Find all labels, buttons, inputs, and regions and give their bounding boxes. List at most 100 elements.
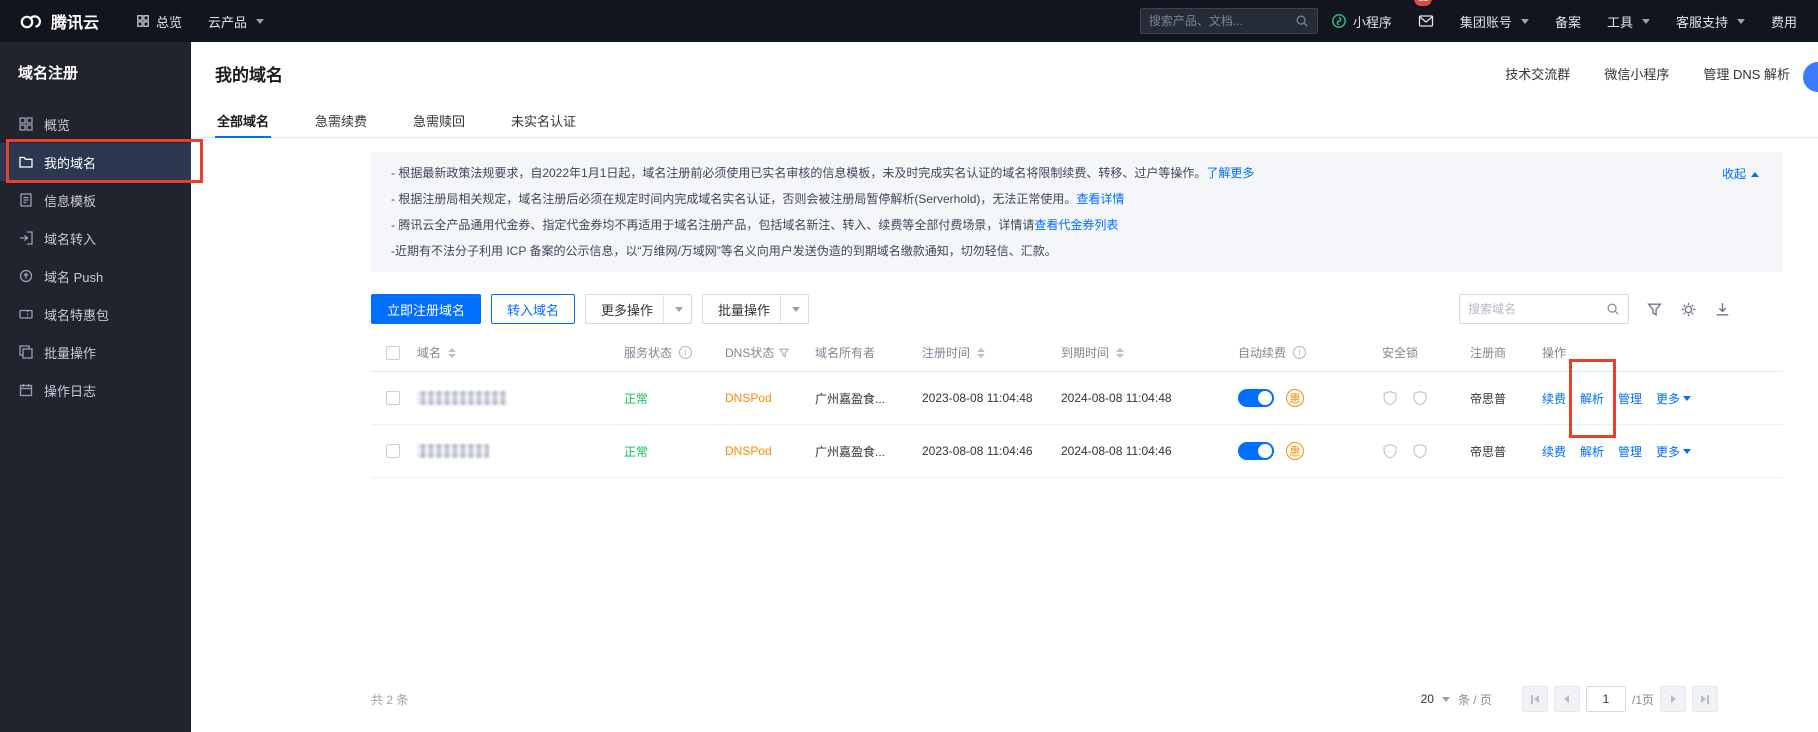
nav-overview-label: 总览 [156,12,182,31]
search-icon[interactable] [1606,302,1620,316]
col-domain[interactable]: 域名 [417,344,624,361]
domain-owner: 广州嘉盈食... [815,390,885,407]
security-lock-icon[interactable] [1412,390,1428,407]
action-renew[interactable]: 续费 [1542,390,1566,407]
download-icon[interactable] [1714,301,1731,318]
info-icon[interactable] [1293,346,1306,359]
nav-tools[interactable]: 工具 [1594,0,1663,42]
col-owner: 域名所有者 [815,344,922,361]
gear-icon[interactable] [1680,301,1697,318]
sidebar-item-label: 我的域名 [44,153,96,172]
notice-panel: - 根据最新政策法规要求，自2022年1月1日起，域名注册前必须使用已实名审核的… [371,152,1783,272]
action-more-dropdown[interactable]: 更多 [1656,390,1691,407]
info-icon[interactable] [679,346,692,359]
page-total-label: /1页 [1632,691,1654,708]
tab-need-redeem[interactable]: 急需赎回 [411,104,467,137]
search-icon[interactable] [1295,14,1309,28]
sidebar-item-push[interactable]: 域名 Push [0,257,191,295]
auto-renew-toggle[interactable] [1238,389,1274,407]
nav-cloud-products[interactable]: 云产品 [195,0,277,42]
miniprogram-icon [1331,13,1347,29]
register-domain-button[interactable]: 立即注册域名 [371,294,481,324]
action-manage[interactable]: 管理 [1618,443,1642,460]
total-count: 共 2 条 [371,691,408,708]
sidebar-item-info-template[interactable]: 信息模板 [0,181,191,219]
domain-search[interactable] [1459,294,1629,324]
sidebar-item-overview[interactable]: 概览 [0,105,191,143]
sidebar-item-batch[interactable]: 批量操作 [0,333,191,371]
collapse-notice-button[interactable]: 收起 [1722,161,1759,187]
notice-link-view-details[interactable]: 查看详情 [1076,192,1124,206]
tab-need-renew[interactable]: 急需续费 [313,104,369,137]
nav-overview[interactable]: 总览 [123,0,195,42]
per-page-label: 条 / 页 [1458,691,1492,708]
first-page-button[interactable] [1522,686,1548,712]
chevron-down-icon [1642,19,1650,24]
col-security-lock: 安全锁 [1382,344,1470,361]
sidebar-item-operation-log[interactable]: 操作日志 [0,371,191,409]
col-registered[interactable]: 注册时间 [922,344,1061,361]
nav-billing[interactable]: 费用 [1758,0,1810,42]
security-lock-icon[interactable] [1382,443,1398,460]
list-footer: 共 2 条 20 条 / 页 /1页 [371,686,1783,720]
page-size-select[interactable]: 20 [1421,692,1450,706]
tencent-cloud-logo[interactable]: 腾讯云 [0,9,123,33]
row-checkbox[interactable] [386,444,400,458]
filter-icon[interactable] [1646,301,1663,318]
col-expires[interactable]: 到期时间 [1061,344,1238,361]
global-search[interactable] [1140,8,1318,34]
nav-support-label: 客服支持 [1676,12,1728,31]
promo-badge[interactable]: 惠 [1286,389,1304,407]
nav-beian[interactable]: 备案 [1542,0,1594,42]
redacted-domain [417,444,489,458]
security-lock-icon[interactable] [1382,390,1398,407]
notice-line: -近期有不法分子利用 ICP 备案的公示信息，以“万维网/万域网”等名义向用户发… [391,238,1763,264]
link-tech-group[interactable]: 技术交流群 [1505,64,1570,83]
prev-page-button[interactable] [1554,686,1580,712]
action-more-dropdown[interactable]: 更多 [1656,443,1691,460]
select-all-checkbox[interactable] [386,346,400,360]
page-input[interactable] [1586,686,1626,712]
registrar: 帝思普 [1470,390,1506,407]
col-actions: 操作 [1542,344,1783,361]
promo-badge[interactable]: 惠 [1286,442,1304,460]
notice-link-voucher-list[interactable]: 查看代金券列表 [1034,218,1118,232]
notice-line: - 根据注册局相关规定，域名注册后必须在规定时间内完成域名实名认证，否则会被注册… [391,186,1763,212]
sidebar-item-label: 域名 Push [44,267,103,286]
security-lock-icon[interactable] [1412,443,1428,460]
domain-table: 域名 服务状态 DNS状态 [371,334,1783,478]
notice-link-learn-more[interactable]: 了解更多 [1206,166,1254,180]
global-search-input[interactable] [1149,14,1289,28]
next-page-button[interactable] [1660,686,1686,712]
sidebar-item-transfer-in[interactable]: 域名转入 [0,219,191,257]
sort-icon [448,348,456,358]
nav-messages[interactable]: 11 [1405,0,1447,42]
nav-support[interactable]: 客服支持 [1663,0,1758,42]
col-dns-status[interactable]: DNS状态 [725,344,815,361]
more-actions-dropdown[interactable]: 更多操作 [585,294,692,324]
nav-group-account[interactable]: 集团账号 [1447,0,1542,42]
envelope-icon [1418,13,1434,29]
link-wechat-miniprogram[interactable]: 微信小程序 [1604,64,1669,83]
chevron-up-icon [1751,172,1759,177]
row-checkbox[interactable] [386,391,400,405]
domain-search-input[interactable] [1468,302,1600,316]
sidebar-item-my-domains[interactable]: 我的域名 [0,143,191,181]
nav-mini-program[interactable]: 小程序 [1318,0,1405,42]
filter-icon[interactable] [778,347,790,359]
batch-actions-dropdown[interactable]: 批量操作 [702,294,809,324]
last-page-button[interactable] [1692,686,1718,712]
redacted-domain [417,391,507,405]
transfer-domain-button[interactable]: 转入域名 [491,294,575,324]
topbar: 腾讯云 总览 云产品 小程序 [0,0,1818,42]
action-resolve[interactable]: 解析 [1580,390,1604,407]
action-resolve[interactable]: 解析 [1580,443,1604,460]
action-manage[interactable]: 管理 [1618,390,1642,407]
message-count-badge: 11 [1414,0,1432,6]
tab-all-domains[interactable]: 全部域名 [215,104,271,137]
auto-renew-toggle[interactable] [1238,442,1274,460]
sidebar-item-deal-package[interactable]: 域名特惠包 [0,295,191,333]
action-renew[interactable]: 续费 [1542,443,1566,460]
tab-not-verified[interactable]: 未实名认证 [509,104,578,137]
link-manage-dns[interactable]: 管理 DNS 解析 [1703,64,1790,83]
